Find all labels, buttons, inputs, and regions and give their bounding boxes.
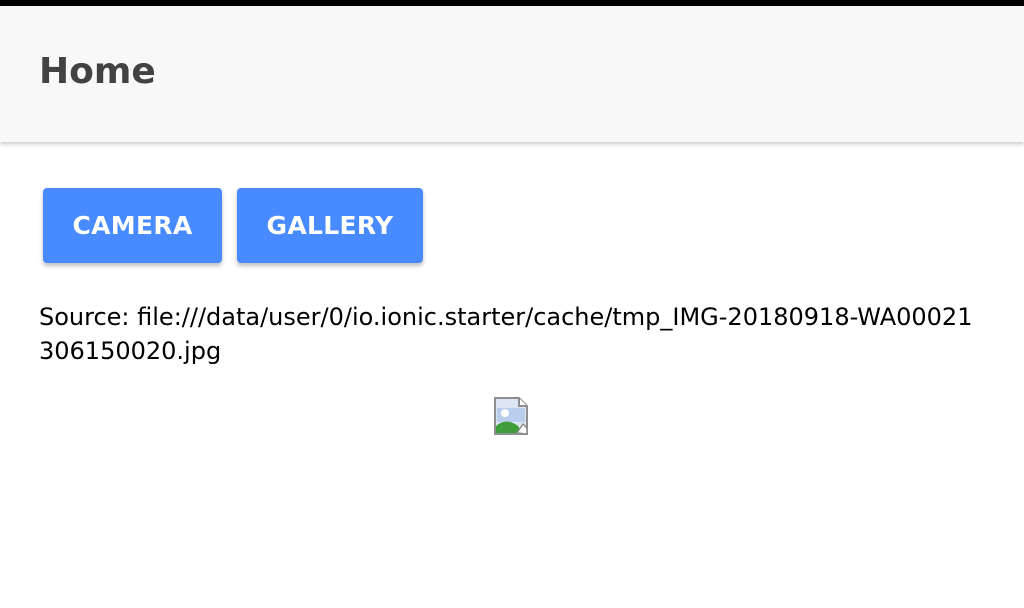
broken-image-icon (493, 396, 533, 436)
camera-button[interactable]: CAMERA (43, 188, 222, 263)
header-toolbar: Home (0, 6, 1024, 142)
main-content: CAMERA GALLERY Source: file:///data/user… (0, 142, 1024, 608)
gallery-button[interactable]: GALLERY (237, 188, 423, 263)
page-title: Home (39, 51, 156, 92)
source-path-text: Source: file:///data/user/0/io.ionic.sta… (39, 303, 973, 365)
broken-image-icon-graphic (494, 397, 528, 435)
